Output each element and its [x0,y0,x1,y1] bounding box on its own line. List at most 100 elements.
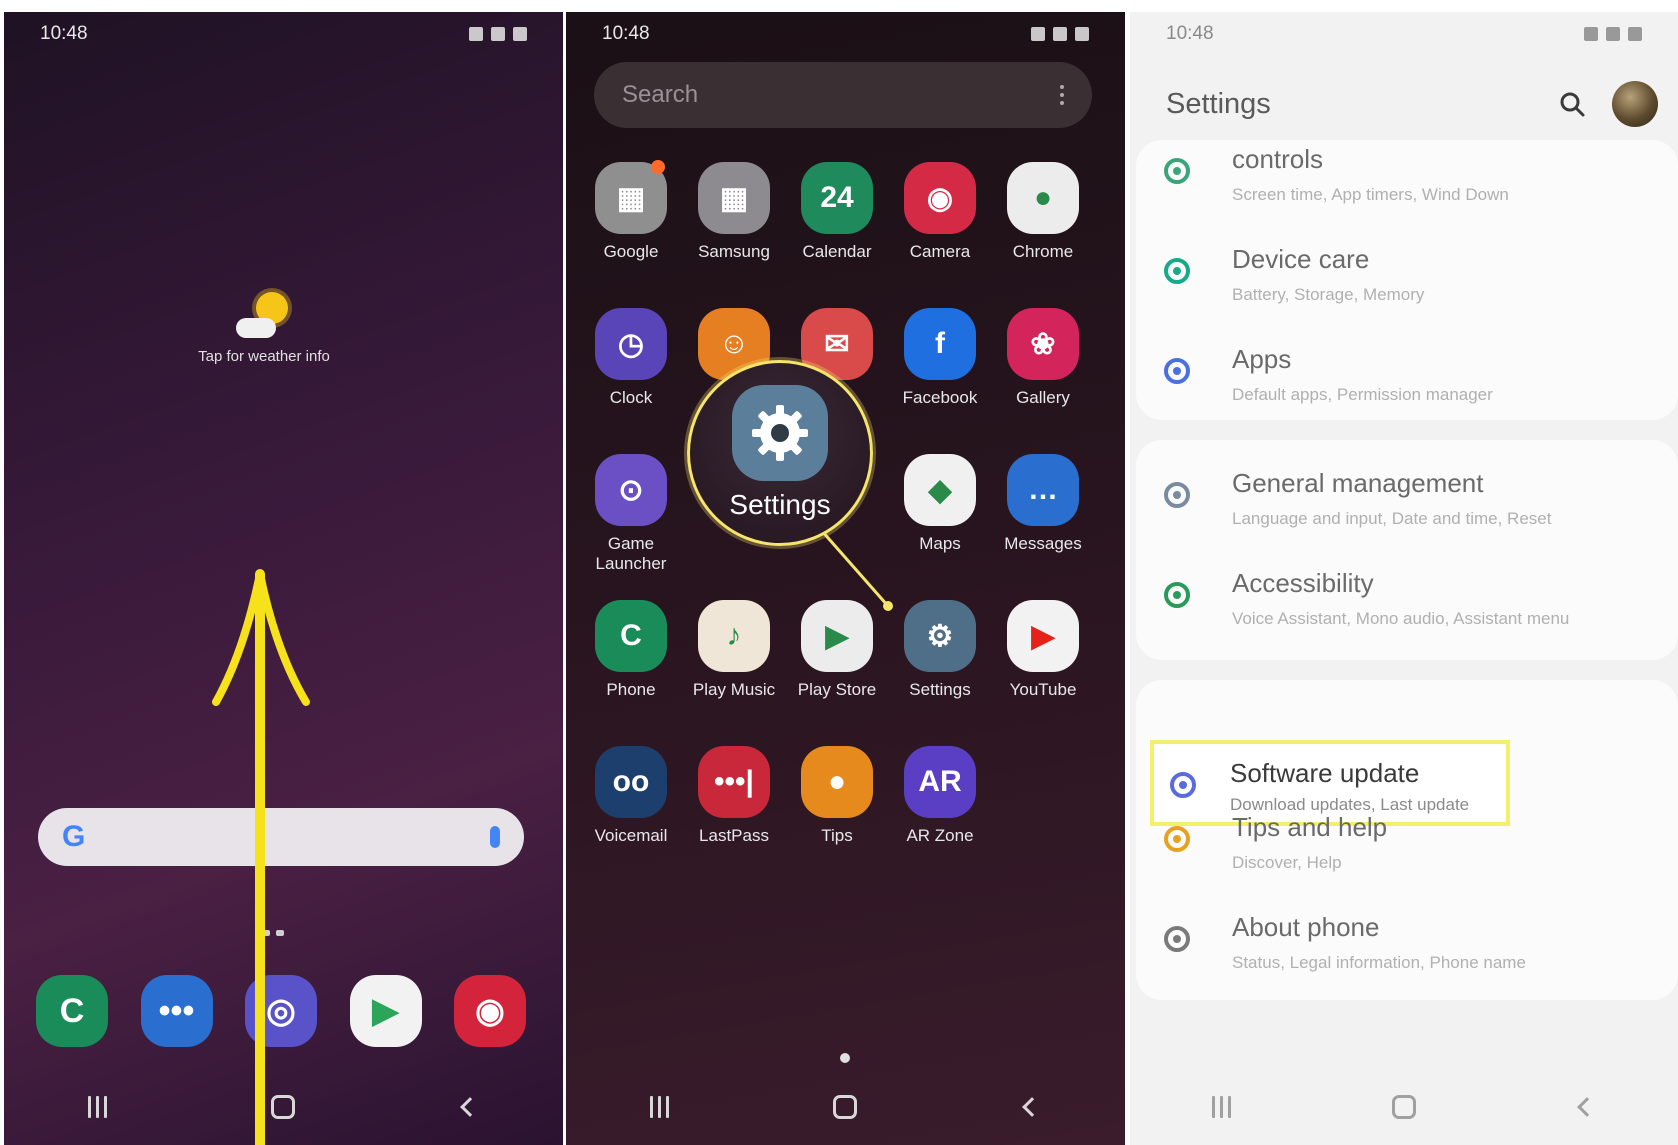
home-button[interactable] [825,1089,865,1125]
settings-item-subtitle: Default apps, Permission manager [1232,385,1493,404]
dock: C ••• ◎ ▶ ◉ [36,975,526,1047]
settings-item-controls[interactable]: controls Screen time, App timers, Wind Do… [1130,126,1678,226]
app-play-store[interactable]: ▶ Play Store [786,600,888,724]
app-google[interactable]: ▦ Google [580,160,682,286]
play-music-icon: ♪ [698,600,770,672]
app-lastpass[interactable]: •••| LastPass [683,746,785,870]
back-button[interactable] [450,1089,490,1125]
lastpass-glyph: •••| [714,765,754,798]
settings-magnifier: Settings [687,360,873,546]
more-options-icon[interactable] [1060,85,1064,105]
facebook-glyph: f [935,327,945,360]
app-ar-zone[interactable]: AR AR Zone [889,746,991,870]
app-gallery[interactable]: ❀ Gallery [992,308,1094,432]
settings-item-tips-and-help[interactable]: Tips and help Discover, Help [1130,794,1678,894]
chrome-glyph: ● [1033,181,1053,214]
dock-app-internet[interactable]: ◎ [245,975,317,1047]
navigation-bar [566,1083,1125,1131]
settings-item-apps[interactable]: Apps Default apps, Permission manager [1130,326,1678,426]
app-facebook[interactable]: f Facebook [889,308,991,432]
app-label: Google [603,242,659,261]
lastpass-icon: •••| [698,746,770,818]
wifi-icon [1584,27,1598,41]
app-chrome[interactable]: ● Chrome [992,162,1094,286]
settings-item-subtitle: Battery, Storage, Memory [1232,285,1425,304]
google-logo-icon: G [62,820,86,853]
app-label: Clock [609,388,653,407]
messages-glyph: … [1028,473,1058,506]
settings-gear-icon [732,385,828,481]
app-label: LastPass [699,826,769,845]
battery-icon [1075,27,1089,41]
app-game-launcher[interactable]: ⊙ Game Launcher [580,454,682,578]
recents-button[interactable] [639,1089,679,1125]
app-voicemail[interactable]: oo Voicemail [580,746,682,870]
settings-item-title: controls [1232,144,1324,174]
settings-item-subtitle: Discover, Help [1232,853,1342,872]
settings-item-accessibility[interactable]: Accessibility Voice Assistant, Mono audio… [1130,550,1678,650]
google-icon: ▦ [595,160,667,234]
recents-button[interactable] [1201,1089,1241,1125]
app-tips[interactable]: ● Tips [786,746,888,870]
app-drawer-panel: 10:48 Search ▦ Google ▦ Samsung 24 Calendar ◉ C… [566,12,1125,1145]
dock-app-camera[interactable]: ◉ [454,975,526,1047]
play-music-glyph: ♪ [726,619,742,652]
weather-text: Tap for weather info [198,348,330,365]
app-clock[interactable]: ◷ Clock [580,308,682,432]
settings-item-title: Accessibility [1232,568,1374,598]
app-camera[interactable]: ◉ Camera [889,162,991,286]
voicemail-icon: oo [595,746,667,818]
app-7-glyph: ✉ [824,327,850,361]
status-time: 10:48 [602,23,650,44]
home-button[interactable] [1384,1089,1424,1125]
app-youtube[interactable]: ▶ YouTube [992,600,1094,724]
wifi-icon [1031,27,1045,41]
google-search-bar[interactable]: G [38,808,524,866]
calendar-glyph: 24 [820,181,854,214]
device-care-icon [1160,254,1194,288]
app-label: Voicemail [594,826,668,845]
home-button[interactable] [263,1089,303,1125]
clock-glyph: ◷ [617,327,645,361]
search-icon[interactable] [1558,90,1586,118]
battery-icon [513,27,527,41]
play-store-icon: ▶ [801,600,873,672]
weather-widget[interactable]: Tap for weather info [134,290,394,365]
app-maps[interactable]: ◆ Maps [889,454,991,578]
settings-item-device-care[interactable]: Device care Battery, Storage, Memory [1130,226,1678,326]
back-button[interactable] [1012,1089,1052,1125]
status-icons [1031,27,1089,41]
app-settings[interactable]: ⚙ Settings [889,600,991,724]
dock-app-phone[interactable]: C [36,975,108,1047]
app-messages[interactable]: … Messages [992,454,1094,578]
app-label: Play Store [797,680,877,699]
info-icon [1160,922,1194,956]
app-play-music[interactable]: ♪ Play Music [683,600,785,724]
camera-glyph: ◉ [926,181,954,215]
recents-button[interactable] [77,1089,117,1125]
app-label: Gallery [1016,388,1070,407]
back-button[interactable] [1567,1089,1607,1125]
weather-icon [232,290,296,342]
settings-item-title: About phone [1232,912,1380,942]
mic-icon[interactable] [490,826,500,848]
settings-icon: ⚙ [904,600,976,672]
settings-item-about-phone[interactable]: About phone Status, Legal information, Ph… [1130,894,1678,994]
status-bar: 10:48 [602,22,1089,46]
navigation-bar [4,1083,563,1131]
home-screen-panel: 10:48 Tap for weather info G C ••• ◎ ▶ ◉ [4,12,563,1145]
app-search-bar[interactable]: Search [594,62,1092,128]
maps-glyph: ◆ [928,473,952,507]
settings-item-general-management[interactable]: General management Language and input, Da… [1130,450,1678,550]
app-calendar[interactable]: 24 Calendar [786,162,888,286]
dock-app-play-store[interactable]: ▶ [349,975,422,1047]
sliders-icon [1160,478,1194,512]
app-samsung[interactable]: ▦ Samsung [683,162,785,286]
dock-app-messages[interactable]: ••• [140,975,213,1047]
app-phone[interactable]: C Phone [580,600,682,724]
settings-item-title: General management [1232,468,1484,498]
page-indicator-dot [840,1053,850,1063]
youtube-icon: ▶ [1007,600,1079,672]
avatar[interactable] [1612,81,1658,127]
app-label: YouTube [1009,680,1077,699]
